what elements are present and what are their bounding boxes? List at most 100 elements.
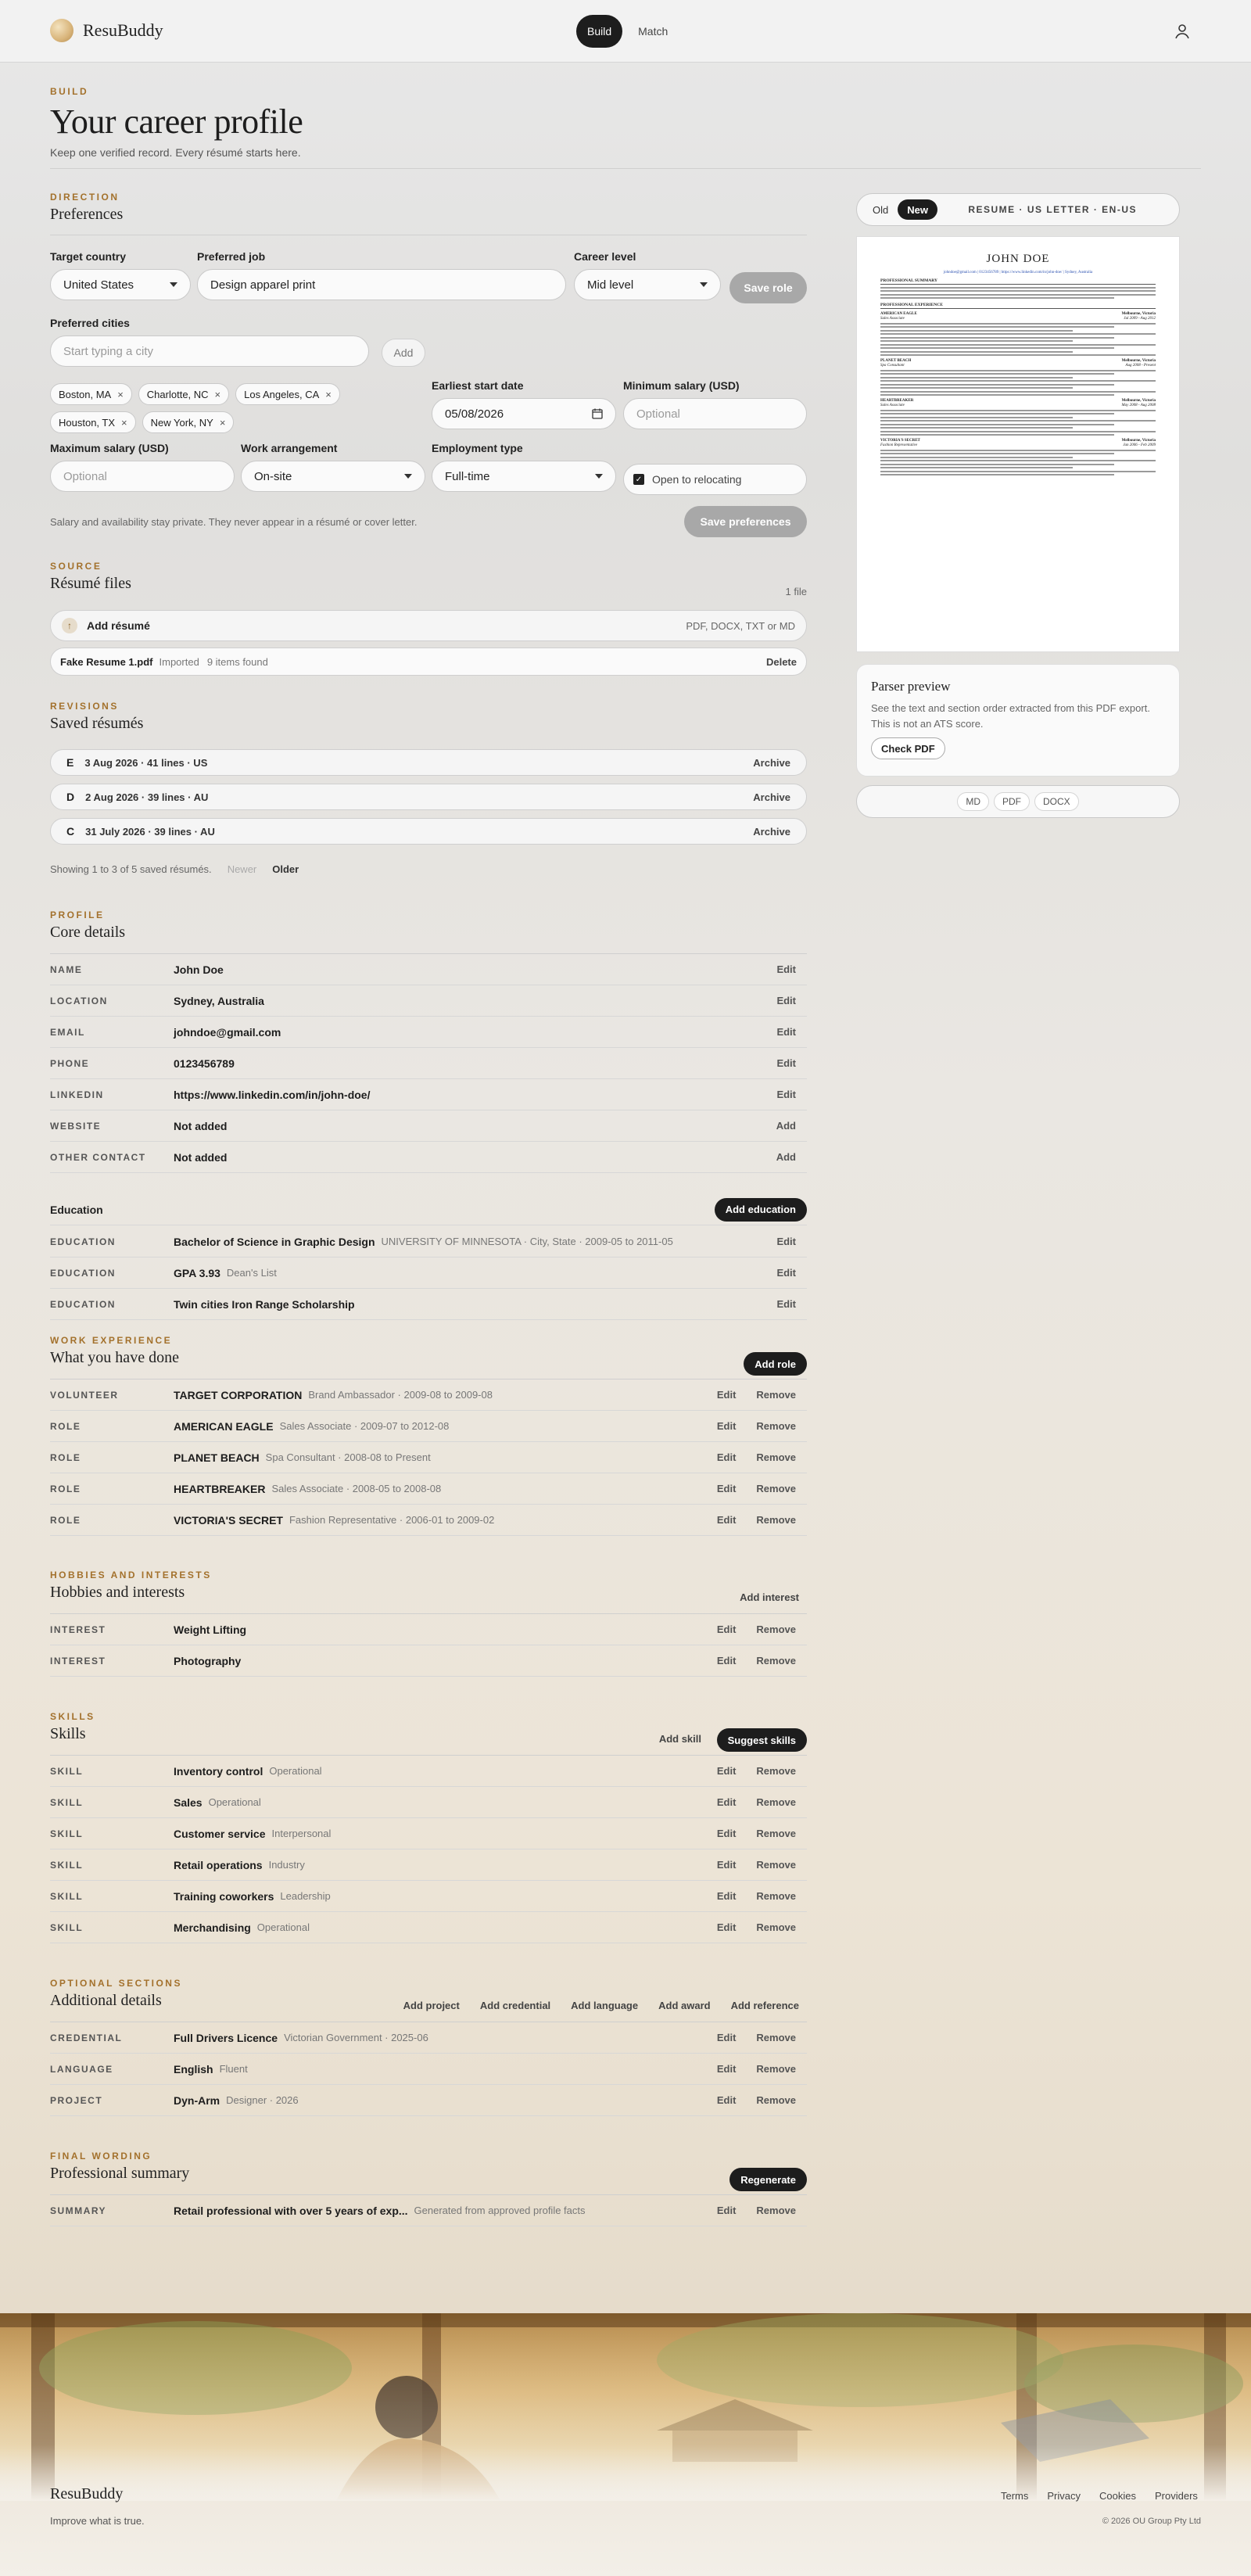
brand[interactable]: ResuBuddy — [50, 19, 163, 42]
work-arrangement-select[interactable]: On-site — [241, 461, 425, 492]
remove-button[interactable]: Remove — [756, 1828, 796, 1839]
edit-button[interactable]: Edit — [717, 1655, 737, 1667]
edit-button[interactable]: Edit — [717, 2094, 737, 2106]
add-button[interactable]: Add — [776, 1120, 796, 1132]
save-preferences-button[interactable]: Save preferences — [684, 506, 807, 537]
edit-button[interactable]: Edit — [717, 1623, 737, 1635]
add-reference-button[interactable]: Add reference — [731, 2000, 799, 2011]
remove-button[interactable]: Remove — [756, 1483, 796, 1494]
edit-button[interactable]: Edit — [717, 1483, 737, 1494]
remove-button[interactable]: Remove — [756, 1389, 796, 1401]
edit-button[interactable]: Edit — [776, 963, 796, 975]
remove-button[interactable]: Remove — [756, 1420, 796, 1432]
city-input[interactable]: Start typing a city — [50, 335, 369, 367]
remove-button[interactable]: Remove — [756, 1890, 796, 1902]
saved-resume-row[interactable]: C 31 July 2026 · 39 lines · AU Archive — [50, 818, 807, 845]
edit-button[interactable]: Edit — [776, 1298, 796, 1310]
career-level-select[interactable]: Mid level — [574, 269, 721, 300]
remove-button[interactable]: Remove — [756, 1921, 796, 1933]
remove-button[interactable]: Remove — [756, 1765, 796, 1777]
add-role-button[interactable]: Add role — [744, 1352, 807, 1376]
tab-build[interactable]: Build — [576, 15, 623, 48]
add-interest-button[interactable]: Add interest — [740, 1591, 799, 1603]
footer-link-providers[interactable]: Providers — [1155, 2490, 1198, 2502]
add-project-button[interactable]: Add project — [403, 2000, 460, 2011]
edit-button[interactable]: Edit — [717, 2032, 737, 2043]
edit-button[interactable]: Edit — [717, 1420, 737, 1432]
earliest-start-input[interactable]: 05/08/2026 — [432, 398, 616, 429]
user-icon[interactable] — [1173, 22, 1192, 41]
archive-button[interactable]: Archive — [753, 757, 790, 769]
calendar-icon[interactable] — [592, 408, 603, 419]
remove-button[interactable]: Remove — [756, 2063, 796, 2075]
add-language-button[interactable]: Add language — [571, 2000, 638, 2011]
edit-button[interactable]: Edit — [776, 1057, 796, 1069]
export-md-button[interactable]: MD — [957, 792, 989, 811]
target-country-select[interactable]: United States — [50, 269, 191, 300]
employment-type-select[interactable]: Full-time — [432, 461, 616, 492]
remove-button[interactable]: Remove — [756, 1796, 796, 1808]
suggest-skills-button[interactable]: Suggest skills — [716, 1728, 807, 1752]
close-icon[interactable]: × — [215, 389, 221, 400]
max-salary-input[interactable]: Optional — [50, 461, 235, 492]
old-toggle[interactable]: Old — [863, 199, 898, 220]
remove-button[interactable]: Remove — [756, 1514, 796, 1526]
remove-button[interactable]: Remove — [756, 2032, 796, 2043]
add-city-button[interactable]: Add — [382, 339, 425, 367]
edit-button[interactable]: Edit — [717, 1514, 737, 1526]
save-role-button[interactable]: Save role — [729, 272, 807, 303]
remove-button[interactable]: Remove — [756, 1623, 796, 1635]
close-icon[interactable]: × — [117, 389, 124, 400]
remove-button[interactable]: Remove — [756, 2205, 796, 2216]
archive-button[interactable]: Archive — [753, 826, 790, 838]
relocating-toggle[interactable]: ✓ Open to relocating — [623, 464, 807, 495]
add-resume-dropzone[interactable]: ↑ Add résumé PDF, DOCX, TXT or MD — [50, 610, 807, 641]
footer-link-privacy[interactable]: Privacy — [1047, 2490, 1081, 2502]
tab-match[interactable]: Match — [627, 15, 679, 48]
edit-button[interactable]: Edit — [776, 995, 796, 1006]
regenerate-button[interactable]: Regenerate — [729, 2168, 807, 2191]
edit-button[interactable]: Edit — [717, 1765, 737, 1777]
footer-link-terms[interactable]: Terms — [1001, 2490, 1028, 2502]
edit-button[interactable]: Edit — [776, 1026, 796, 1038]
edit-button[interactable]: Edit — [717, 1859, 737, 1871]
close-icon[interactable]: × — [220, 417, 226, 429]
add-education-button[interactable]: Add education — [714, 1197, 807, 1222]
archive-button[interactable]: Archive — [753, 791, 790, 803]
edit-button[interactable]: Edit — [717, 1890, 737, 1902]
saved-resume-row[interactable]: E 3 Aug 2026 · 41 lines · US Archive — [50, 749, 807, 776]
resume-preview[interactable]: JOHN DOE johndoe@gmail.com | 0123456789 … — [856, 236, 1180, 652]
add-button[interactable]: Add — [776, 1151, 796, 1163]
newer-button[interactable]: Newer — [228, 863, 257, 875]
edit-button[interactable]: Edit — [717, 1451, 737, 1463]
export-pdf-button[interactable]: PDF — [994, 792, 1030, 811]
edit-button[interactable]: Edit — [717, 2063, 737, 2075]
saved-resume-row[interactable]: D 2 Aug 2026 · 39 lines · AU Archive — [50, 784, 807, 810]
older-button[interactable]: Older — [272, 863, 299, 875]
edit-button[interactable]: Edit — [776, 1267, 796, 1279]
export-docx-button[interactable]: DOCX — [1034, 792, 1079, 811]
remove-button[interactable]: Remove — [756, 2094, 796, 2106]
edit-button[interactable]: Edit — [717, 1389, 737, 1401]
close-icon[interactable]: × — [121, 417, 127, 429]
new-toggle[interactable]: New — [898, 199, 937, 220]
remove-button[interactable]: Remove — [756, 1451, 796, 1463]
checkbox-icon[interactable]: ✓ — [633, 474, 644, 485]
add-award-button[interactable]: Add award — [658, 2000, 710, 2011]
edit-button[interactable]: Edit — [776, 1089, 796, 1100]
min-salary-input[interactable]: Optional — [623, 398, 807, 429]
close-icon[interactable]: × — [325, 389, 332, 400]
edit-button[interactable]: Edit — [776, 1236, 796, 1247]
preferred-job-input[interactable]: Design apparel print — [197, 269, 566, 300]
delete-file-button[interactable]: Delete — [766, 656, 797, 668]
edit-button[interactable]: Edit — [717, 1796, 737, 1808]
check-pdf-button[interactable]: Check PDF — [871, 737, 945, 759]
add-credential-button[interactable]: Add credential — [480, 2000, 550, 2011]
edit-button[interactable]: Edit — [717, 2205, 737, 2216]
edit-button[interactable]: Edit — [717, 1921, 737, 1933]
footer-link-cookies[interactable]: Cookies — [1099, 2490, 1136, 2502]
remove-button[interactable]: Remove — [756, 1859, 796, 1871]
edit-button[interactable]: Edit — [717, 1828, 737, 1839]
remove-button[interactable]: Remove — [756, 1655, 796, 1667]
add-skill-button[interactable]: Add skill — [659, 1733, 701, 1745]
